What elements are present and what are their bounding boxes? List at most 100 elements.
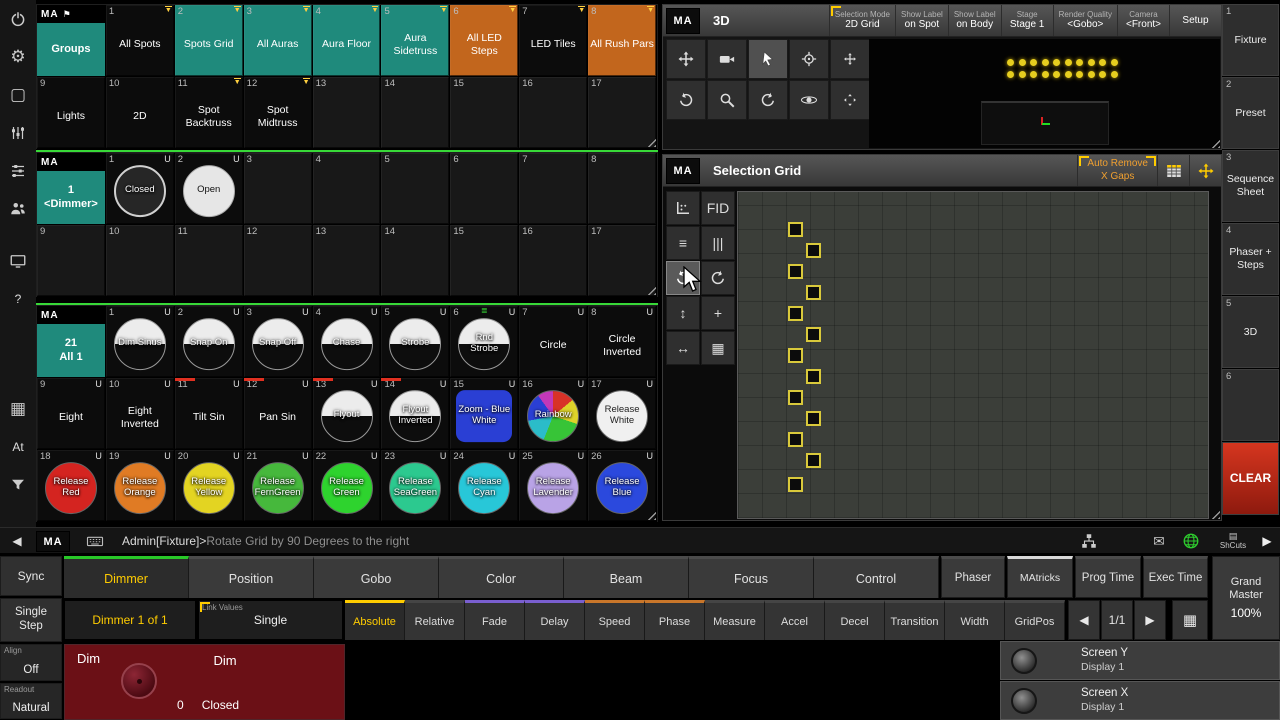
phaser-cell-14[interactable]: 14 U Flyout Inverted xyxy=(381,378,451,450)
preset-cell-17[interactable]: 17 xyxy=(588,225,658,297)
feature-tab-beam[interactable]: Beam xyxy=(564,556,689,598)
align-button[interactable]: Align Off xyxy=(0,644,62,681)
phaser-cell-15[interactable]: 15 U Zoom - Blue White xyxy=(450,378,520,450)
sheet-icon[interactable] xyxy=(1157,155,1189,186)
phaser-cell-2[interactable]: 2 U Snap On xyxy=(174,306,244,378)
phaser-cell-22[interactable]: 22 U Release Green xyxy=(312,450,382,522)
tab-exec-time[interactable]: Exec Time xyxy=(1143,556,1208,598)
page-prev-button[interactable]: ◀ xyxy=(1068,600,1100,640)
auto-remove-x-gaps-button[interactable]: Auto Remove X Gaps xyxy=(1077,155,1157,186)
group-cell-2[interactable]: 2 ▼ Spots Grid xyxy=(174,5,244,77)
group-cell-16[interactable]: 16 xyxy=(519,77,589,149)
at-button[interactable]: At xyxy=(4,434,32,460)
3d-control-stage-1[interactable]: Stage Stage 1 xyxy=(1000,5,1053,36)
center-horizontal-icon[interactable]: ↔ xyxy=(666,331,700,365)
knob-icon[interactable] xyxy=(1011,647,1037,674)
phaser-cell-9[interactable]: 9 U Eight xyxy=(37,378,106,450)
3d-control-on-spot[interactable]: Show Label on Spot xyxy=(895,5,948,36)
move-tool-icon[interactable] xyxy=(666,39,706,79)
phaser-cell-3[interactable]: 3 U Snap Off xyxy=(243,306,313,378)
ma-logo[interactable]: MA xyxy=(666,157,700,184)
value-tab-speed[interactable]: Speed xyxy=(585,600,645,640)
shortcuts-button[interactable]: ▤ ShCuts xyxy=(1212,529,1254,554)
tab-matricks[interactable]: MAtricks xyxy=(1007,556,1073,598)
back-arrow-icon[interactable]: ◀ xyxy=(6,532,28,550)
preset-cell-6[interactable]: 6 xyxy=(450,153,520,225)
view-button-preset[interactable]: 2 Preset xyxy=(1222,77,1279,149)
preset-cell-3[interactable]: 3 xyxy=(243,153,313,225)
tab-prog-time[interactable]: Prog Time xyxy=(1075,556,1141,598)
resize-handle[interactable] xyxy=(1209,508,1220,519)
value-tab-width[interactable]: Width xyxy=(945,600,1005,640)
monitor-icon[interactable] xyxy=(4,248,32,274)
3d-control-gobo[interactable]: Render Quality <Gobo> xyxy=(1052,5,1117,36)
preset-cell-16[interactable]: 16 xyxy=(519,225,589,297)
phaser-cell-7[interactable]: 7 U Circle xyxy=(519,306,589,378)
value-tab-phase[interactable]: Phase xyxy=(645,600,705,640)
phaser-cell-23[interactable]: 23 U Release SeaGreen xyxy=(381,450,451,522)
grid-cell-selected[interactable] xyxy=(806,453,821,468)
phaser-cell-16[interactable]: 16 U Rainbow xyxy=(519,378,589,450)
grid-cell-selected[interactable] xyxy=(806,327,821,342)
preset-cell-12[interactable]: 12 xyxy=(243,225,313,297)
grid-cell-selected[interactable] xyxy=(788,477,803,492)
value-tab-absolute[interactable]: Absolute xyxy=(345,600,405,640)
center-vertical-icon[interactable]: ↕ xyxy=(666,296,700,330)
grid-cell-selected[interactable] xyxy=(788,264,803,279)
command-line-input[interactable]: Admin[Fixture]> Rotate Grid by 90 Degrees… xyxy=(122,528,409,553)
rows-icon[interactable]: ≡ xyxy=(666,226,700,260)
zoom-icon[interactable] xyxy=(707,80,747,120)
view-button-phaser-steps[interactable]: 4 Phaser + Steps xyxy=(1222,223,1279,295)
selection-corner-icon[interactable] xyxy=(666,191,700,225)
phaser-cell-10[interactable]: 10 U Eight Inverted xyxy=(105,378,175,450)
mail-icon[interactable]: ✉ xyxy=(1148,532,1170,550)
value-tab-accel[interactable]: Accel xyxy=(765,600,825,640)
phaser-cell-26[interactable]: 26 U Release Blue xyxy=(588,450,658,522)
3d-window-titlebar[interactable]: MA 3D Selection Mode 2D Grid Show Label on … xyxy=(663,5,1221,37)
preset-cell-13[interactable]: 13 xyxy=(312,225,382,297)
gear-icon[interactable]: ⚙ xyxy=(4,44,32,70)
phaser-cell-19[interactable]: 19 U Release Orange xyxy=(105,450,175,522)
phaser-cell-17[interactable]: 17 U Release White xyxy=(588,378,658,450)
encoder-knob-icon[interactable] xyxy=(121,663,157,699)
fader-page-icon[interactable] xyxy=(4,120,32,146)
preset-cell-8[interactable]: 8 xyxy=(588,153,658,225)
group-cell-15[interactable]: 15 xyxy=(450,77,520,149)
page-next-button[interactable]: ▶ xyxy=(1134,600,1166,640)
feature-tab-dimmer[interactable]: Dimmer xyxy=(64,556,189,598)
group-cell-7[interactable]: 7 ▼ LED Tiles xyxy=(519,5,589,77)
fid-button[interactable]: FID xyxy=(701,191,735,225)
group-cell-12[interactable]: 12 ▼ Spot Midtruss xyxy=(243,77,313,149)
phaser-cell-25[interactable]: 25 U Release Lavender xyxy=(519,450,589,522)
preset-cell-1[interactable]: 1 U Closed xyxy=(105,153,175,225)
value-tab-delay[interactable]: Delay xyxy=(525,600,585,640)
preset-cell-4[interactable]: 4 xyxy=(312,153,382,225)
screen-knob-screen-x[interactable]: Screen X Display 1 xyxy=(1000,681,1280,720)
phaser-cell-24[interactable]: 24 U Release Cyan xyxy=(450,450,520,522)
single-step-button[interactable]: Single Step xyxy=(0,598,62,642)
group-cell-8[interactable]: 8 ▼ All Rush Pars xyxy=(588,5,658,77)
3d-control-front[interactable]: Camera <Front> xyxy=(1117,5,1169,36)
phaser-cell-6[interactable]: 6 U ≣ Rnd Strobe xyxy=(450,306,520,378)
value-tab-gridpos[interactable]: GridPos xyxy=(1005,600,1065,640)
grid-cell-selected[interactable] xyxy=(788,348,803,363)
group-cell-3[interactable]: 3 ▼ All Auras xyxy=(243,5,313,77)
grid-cell-selected[interactable] xyxy=(788,432,803,447)
view-button-3d[interactable]: 5 3D xyxy=(1222,296,1279,368)
feature-tab-position[interactable]: Position xyxy=(189,556,314,598)
group-cell-4[interactable]: 4 ▼ Aura Floor xyxy=(312,5,382,77)
3d-control-setup[interactable]: Setup xyxy=(1169,5,1221,36)
value-tab-relative[interactable]: Relative xyxy=(405,600,465,640)
group-cell-10[interactable]: 10 2D xyxy=(105,77,175,149)
phaser-pool-header[interactable]: MA 21 All 1 xyxy=(37,306,106,378)
phaser-cell-20[interactable]: 20 U Release Yellow xyxy=(174,450,244,522)
grid-cell-selected[interactable] xyxy=(806,243,821,258)
target-icon[interactable] xyxy=(789,39,829,79)
display-icon[interactable]: ▢ xyxy=(4,82,32,108)
selection-grid-titlebar[interactable]: MA Selection Grid Auto Remove X Gaps xyxy=(663,155,1221,187)
globe-icon[interactable] xyxy=(1180,532,1202,550)
channel-strip-icon[interactable] xyxy=(4,158,32,184)
sync-button[interactable]: Sync xyxy=(0,556,62,596)
preset-cell-10[interactable]: 10 xyxy=(105,225,175,297)
filter-icon[interactable] xyxy=(4,472,32,498)
